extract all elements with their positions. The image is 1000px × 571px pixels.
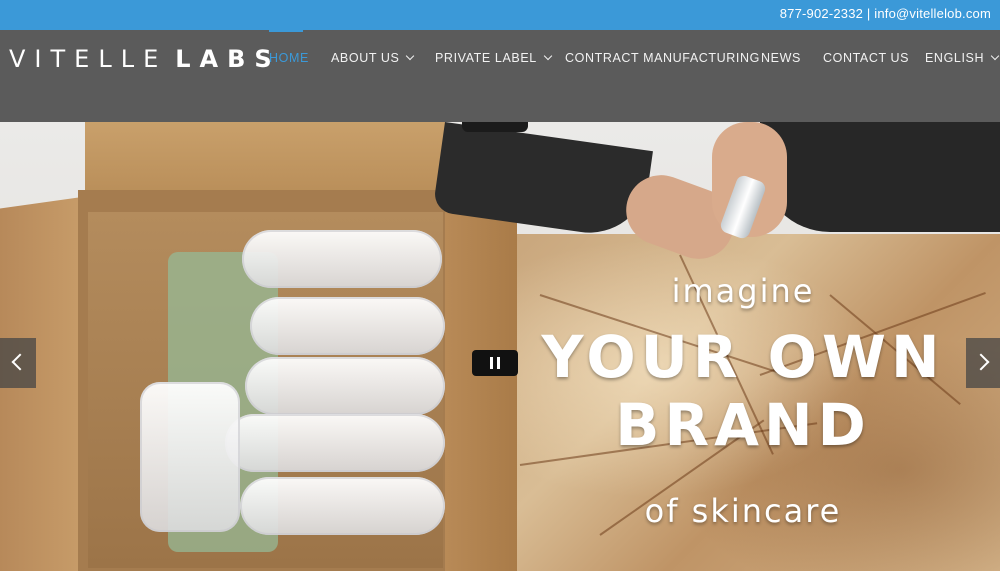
logo-text-bold: LABS: [175, 45, 281, 73]
headline-line-1: imagine: [671, 272, 815, 310]
nav-item-label: CONTRACT MANUFACTURING: [565, 51, 760, 65]
nav-item-contact-us[interactable]: CONTACT US: [823, 51, 909, 65]
chevron-down-icon: [543, 51, 553, 61]
top-contact-bar: 877-902-2332 | info@vitellelob.com: [0, 0, 1000, 30]
nav-item-label: CONTACT US: [823, 51, 910, 65]
chevron-right-icon: [972, 353, 990, 371]
headline-line-2: YOUR OWN: [541, 323, 945, 391]
nav-item-label: HOME: [269, 51, 309, 65]
nav-item-private-label[interactable]: PRIVATE LABEL: [435, 51, 553, 65]
nav-item-language[interactable]: ENGLISH: [925, 51, 1000, 65]
chevron-left-icon: [11, 353, 29, 371]
chevron-down-icon: [406, 51, 415, 61]
headline-line-4: of skincare: [644, 492, 842, 530]
slider-prev-button[interactable]: [0, 338, 36, 388]
nav-item-about-us[interactable]: ABOUT US: [331, 51, 415, 65]
nav-item-label: NEWS: [761, 51, 801, 65]
logo-text-light: VITELLE: [9, 45, 168, 73]
nav-item-label: PRIVATE LABEL: [435, 51, 537, 65]
contact-info[interactable]: 877-902-2332 | info@vitellelob.com: [780, 6, 991, 21]
site-logo[interactable]: VITELLE LABS: [9, 45, 281, 73]
active-nav-indicator: [269, 30, 303, 32]
nav-item-label: ABOUT US: [331, 51, 400, 65]
sleeve-image: [760, 122, 1000, 232]
pause-icon: [490, 357, 493, 369]
site-header: VITELLE LABS HOME ABOUT US PRIVATE LABEL …: [0, 30, 1000, 122]
slider-next-button[interactable]: [966, 338, 1000, 388]
pause-icon: [497, 357, 500, 369]
nav-item-label: ENGLISH: [925, 51, 985, 65]
slider-pause-button[interactable]: [472, 350, 518, 376]
hero-slider: imagine YOUR OWN BRAND of skincare: [0, 122, 1000, 571]
chevron-down-icon: [990, 51, 1000, 61]
headline-line-3: BRAND: [615, 391, 871, 459]
nav-item-home[interactable]: HOME: [269, 51, 309, 65]
nav-item-news[interactable]: NEWS: [761, 51, 801, 65]
nav-item-contract-manufacturing[interactable]: CONTRACT MANUFACTURING: [565, 51, 760, 65]
slide-indicator: [462, 122, 528, 132]
